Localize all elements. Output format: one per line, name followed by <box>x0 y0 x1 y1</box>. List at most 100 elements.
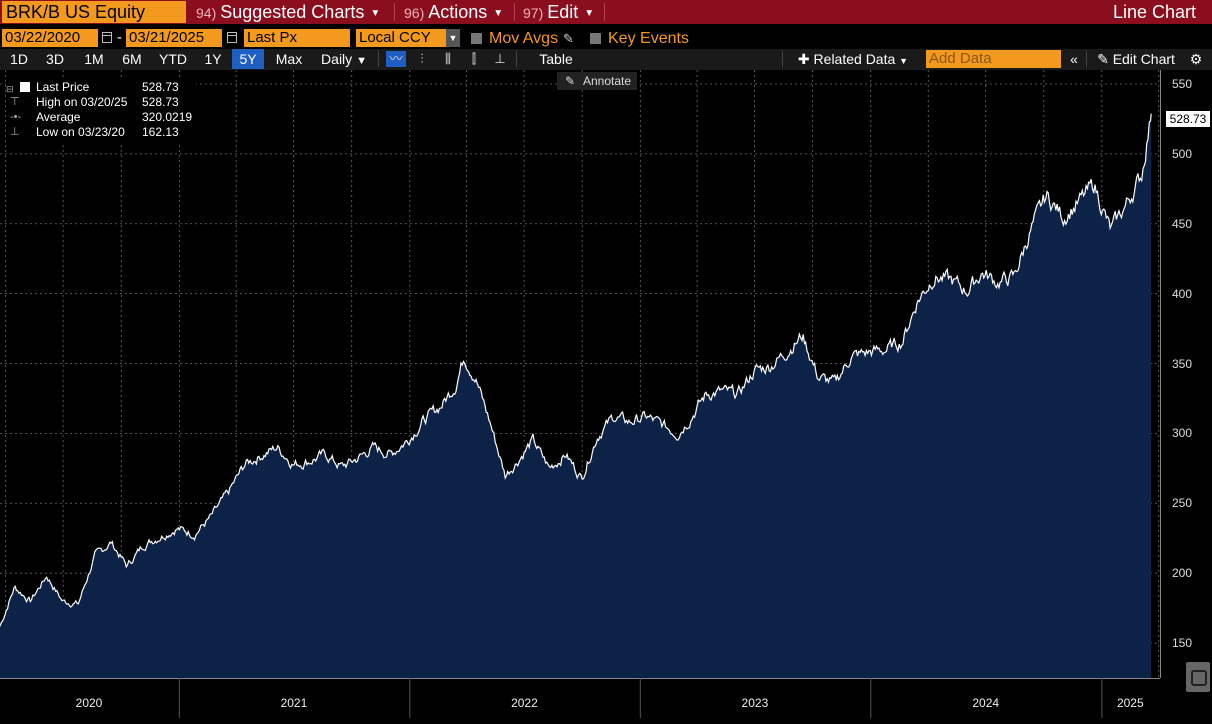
chart-toolbar: 1D 3D 1M 6M YTD 1Y 5Y Max Daily ▼ 〰 ⫶ ⫼ … <box>0 49 1212 70</box>
end-date-field[interactable]: 03/21/2025 <box>126 29 222 47</box>
title-bar: BRK/B US Equity 94) Suggested Charts ▼ 96)… <box>0 0 1212 24</box>
frequency-select[interactable]: Daily ▼ <box>314 49 374 69</box>
ticker-field[interactable]: BRK/B US Equity <box>2 1 186 23</box>
price-chart[interactable] <box>0 70 1212 724</box>
table-button[interactable]: Table <box>530 49 582 69</box>
caret-down-icon: ▼ <box>899 56 909 66</box>
collapse-icon[interactable]: « <box>1064 49 1084 69</box>
y-tick-label: 350 <box>1172 356 1193 371</box>
calendar-icon[interactable] <box>102 32 112 43</box>
key-events-label: Key Events <box>608 30 689 47</box>
x-tick-label: 2023 <box>741 696 769 710</box>
x-axis-band <box>0 678 1212 724</box>
caret-down-icon: ▼ <box>370 8 381 19</box>
date-range-dash: - <box>117 29 122 46</box>
caret-down-icon: ▼ <box>356 55 367 67</box>
legend-label: Low on 03/23/20 <box>36 125 125 139</box>
edit-chart-label: Edit Chart <box>1112 51 1175 67</box>
y-tick-label: 150 <box>1172 636 1193 651</box>
range-5y-button[interactable]: 5Y <box>232 49 264 69</box>
menu-number: 94) <box>196 5 217 21</box>
menu-divider <box>514 3 515 21</box>
menu-number: 97) <box>523 5 544 21</box>
x-tick-label: 2021 <box>280 696 308 710</box>
menu-number: 96) <box>404 5 425 21</box>
low-marker-icon: ⊥ <box>10 126 20 138</box>
range-ytd-button[interactable]: YTD <box>154 49 192 69</box>
legend-value: 528.73 <box>142 95 179 109</box>
gear-icon[interactable]: ⚙ <box>1186 49 1206 69</box>
currency-select[interactable]: Local CCY <box>356 29 446 47</box>
line-chart-icon[interactable]: 〰 <box>386 51 406 67</box>
key-events-checkbox[interactable] <box>590 33 601 44</box>
y-tick-label: 250 <box>1172 496 1193 511</box>
legend-row-average: -•- Average 320.0219 <box>6 110 196 125</box>
legend-value: 162.13 <box>142 125 179 139</box>
last-price-tag: 528.73 <box>1166 111 1210 127</box>
suggested-charts-menu[interactable]: 94) Suggested Charts ▼ <box>196 1 380 23</box>
chart-settings-bar: 03/22/2020 - 03/21/2025 Last Px Local CC… <box>0 26 1212 50</box>
caret-down-icon: ▼ <box>584 8 595 19</box>
average-marker-icon: -•- <box>10 111 22 123</box>
add-data-input[interactable]: Add Data <box>926 50 1061 68</box>
frequency-label: Daily <box>321 51 353 67</box>
ohlc-icon[interactable]: ⫿ <box>464 51 484 67</box>
plus-icon: ✚ <box>797 51 810 67</box>
legend-value: 320.0219 <box>142 110 193 124</box>
menu-label: Actions <box>428 2 488 22</box>
hlc-icon[interactable]: ⊥ <box>490 51 510 67</box>
menu-divider <box>394 3 395 21</box>
legend-label: Last Price <box>36 80 90 94</box>
x-tick-label: 2020 <box>75 696 103 710</box>
y-tick-label: 500 <box>1172 146 1193 161</box>
y-tick-label: 450 <box>1172 216 1193 231</box>
range-1d-button[interactable]: 1D <box>4 49 34 69</box>
related-data-button[interactable]: ✚ Related Data ▼ <box>790 49 916 69</box>
edit-menu[interactable]: 97) Edit ▼ <box>523 1 594 23</box>
bar-chart-icon[interactable]: ⫶ <box>412 51 432 67</box>
range-1m-button[interactable]: 1M <box>78 49 110 69</box>
price-area-fill <box>0 113 1152 678</box>
chart-kind-label: Line Chart <box>1112 2 1196 22</box>
calendar-icon[interactable] <box>227 32 237 43</box>
actions-menu[interactable]: 96) Actions ▼ <box>404 1 503 23</box>
legend-swatch <box>20 82 30 92</box>
pencil-icon[interactable]: ✎ <box>563 31 574 47</box>
pencil-icon: ✎ <box>565 74 576 88</box>
caret-down-icon: ▼ <box>493 8 504 19</box>
x-tick-label: 2024 <box>972 696 1000 710</box>
annotate-button[interactable]: ✎ Annotate <box>557 72 637 90</box>
range-3d-button[interactable]: 3D <box>40 49 70 69</box>
legend-row-high: ⊤ High on 03/20/25 528.73 <box>6 95 196 110</box>
x-tick-label: 2022 <box>511 696 538 710</box>
x-tick-label: 2025 <box>1116 696 1144 710</box>
scroll-handle[interactable] <box>1186 662 1210 692</box>
y-tick-label: 400 <box>1172 286 1193 301</box>
candlestick-icon[interactable]: ⫼ <box>438 51 458 67</box>
y-tick-label: 300 <box>1172 426 1193 441</box>
range-1y-button[interactable]: 1Y <box>198 49 228 69</box>
start-date-field[interactable]: 03/22/2020 <box>2 29 98 47</box>
range-6m-button[interactable]: 6M <box>116 49 148 69</box>
mov-avgs-checkbox[interactable] <box>471 33 482 44</box>
legend-row-low: ⊥ Low on 03/23/20 162.13 <box>6 125 196 140</box>
chart-legend: ⊟ Last Price 528.73 ⊤ High on 03/20/25 5… <box>6 78 196 144</box>
toolbar-divider <box>516 51 517 67</box>
related-data-label: Related Data <box>813 51 896 67</box>
toolbar-divider <box>782 51 783 67</box>
price-field-select[interactable]: Last Px <box>244 29 350 47</box>
legend-value: 528.73 <box>142 80 179 94</box>
legend-label: High on 03/20/25 <box>36 95 128 109</box>
scroll-icon <box>1191 670 1207 686</box>
legend-row-last-price: ⊟ Last Price 528.73 <box>6 80 196 95</box>
menu-divider <box>604 3 605 21</box>
dropdown-arrow-icon[interactable]: ▼ <box>446 29 460 47</box>
range-max-button[interactable]: Max <box>270 49 308 69</box>
edit-chart-button[interactable]: ✎ Edit Chart <box>1090 49 1182 69</box>
high-marker-icon: ⊤ <box>10 96 20 108</box>
toolbar-divider <box>378 51 379 67</box>
legend-label: Average <box>36 110 81 124</box>
annotate-label: Annotate <box>583 74 632 88</box>
y-tick-label: 550 <box>1172 76 1193 91</box>
y-tick-label: 200 <box>1172 566 1193 581</box>
